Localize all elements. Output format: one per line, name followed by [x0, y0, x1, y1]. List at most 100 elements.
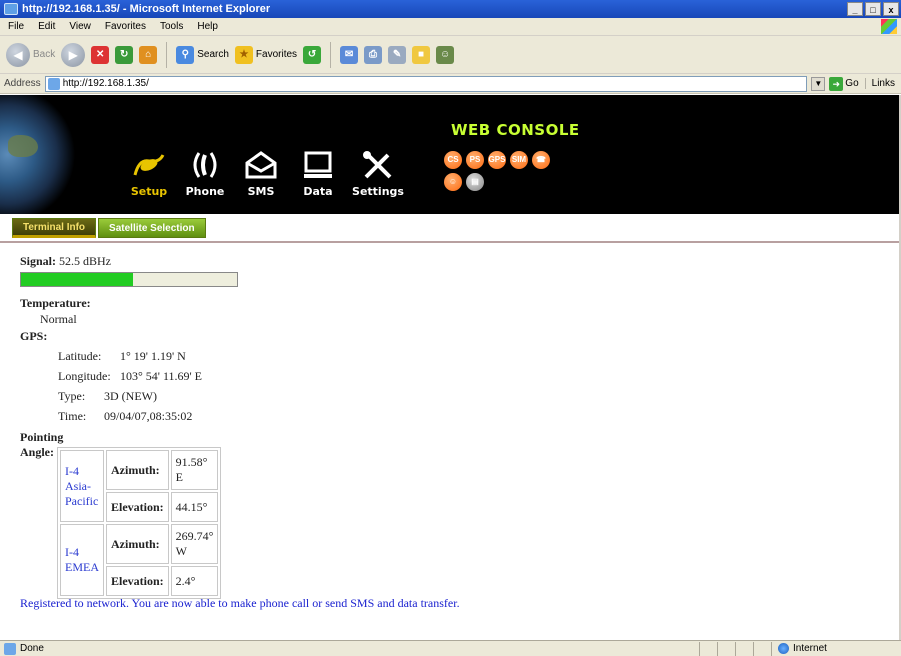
- page-done-icon: [4, 642, 16, 655]
- table-row: I-4 Asia-Pacific Azimuth: 91.58° E: [60, 450, 219, 522]
- toolbar-separator: [330, 41, 332, 68]
- type-value: 3D (NEW): [104, 389, 157, 403]
- status-cell: [699, 641, 717, 656]
- nav-phone-label: Phone: [185, 185, 225, 198]
- longitude-label: Longitude:: [58, 369, 111, 383]
- call-status-icon: ☎: [532, 151, 550, 169]
- address-bar: Address http://192.168.1.35/ ▼ ➜ Go Link…: [0, 74, 901, 94]
- toolbar-separator: [166, 41, 168, 68]
- satellite-icon: [123, 147, 175, 183]
- folder-icon[interactable]: ■: [412, 45, 431, 64]
- azimuth-label: Azimuth:: [106, 450, 169, 490]
- back-arrow-icon: ◀: [6, 42, 30, 67]
- messenger-icon[interactable]: ☺: [436, 45, 455, 64]
- status-cell: [735, 641, 753, 656]
- azimuth-value: 269.74° W: [170, 524, 219, 564]
- internet-globe-icon: [778, 643, 789, 654]
- address-label: Address: [4, 78, 41, 89]
- forward-arrow-icon: ▶: [61, 42, 86, 67]
- gps-type: Type: 3D (NEW): [58, 389, 157, 404]
- satellite-name: I-4 EMEA: [60, 524, 104, 596]
- tab-satellite-selection[interactable]: Satellite Selection: [98, 218, 206, 238]
- refresh-icon[interactable]: ↻: [115, 45, 134, 64]
- nav-settings-label: Settings: [352, 185, 404, 198]
- banner-title: WEB CONSOLE: [451, 121, 580, 139]
- go-label: Go: [845, 78, 859, 89]
- status-cell: [753, 641, 771, 656]
- cs-status-icon: CS: [444, 151, 462, 169]
- maximize-button[interactable]: □: [865, 2, 881, 16]
- menu-view[interactable]: View: [69, 21, 91, 32]
- gps-time: Time: 09/04/07,08:35:02: [58, 409, 192, 424]
- links-button[interactable]: Links: [864, 78, 901, 89]
- mail-icon[interactable]: ✉: [340, 45, 359, 64]
- stop-icon[interactable]: ✕: [91, 45, 110, 64]
- monitor-icon: [292, 147, 344, 183]
- browser-toolbar: ◀ Back ▶ ✕ ↻ ⌂ ⚲ Search ★ Favorites ↺ ✉ …: [0, 36, 901, 74]
- satellite-name: I-4 Asia-Pacific: [60, 450, 104, 522]
- print-icon[interactable]: ⎙: [364, 45, 383, 64]
- envelope-icon: [235, 147, 287, 183]
- search-button[interactable]: ⚲ Search: [176, 45, 229, 64]
- gps-label: GPS:: [20, 329, 48, 343]
- windows-logo-icon: [881, 19, 897, 34]
- nav-settings[interactable]: Settings: [352, 147, 404, 207]
- web-console-banner: WEB CONSOLE Setup Phone SMS Data Setting…: [0, 95, 901, 214]
- signal-bar-fill: [21, 273, 134, 286]
- ie-icon: [4, 3, 18, 15]
- address-dropdown-icon[interactable]: ▼: [811, 76, 826, 91]
- security-zone: Internet: [771, 641, 901, 656]
- gps-status-icon: GPS: [488, 151, 506, 169]
- star-icon: ★: [234, 45, 253, 64]
- pointing-angle-table: I-4 Asia-Pacific Azimuth: 91.58° E Eleva…: [57, 447, 222, 599]
- tools-icon: [352, 147, 404, 183]
- temperature-value: Normal: [40, 312, 77, 326]
- favorites-button[interactable]: ★ Favorites: [234, 45, 298, 64]
- menu-favorites[interactable]: Favorites: [105, 21, 146, 32]
- status-text: Done: [20, 643, 44, 654]
- window-title: http://192.168.1.35/ - Microsoft Interne…: [22, 3, 271, 15]
- divider: [0, 241, 901, 243]
- nav-setup[interactable]: Setup: [123, 147, 175, 207]
- azimuth-label: Azimuth:: [106, 524, 169, 564]
- window-titlebar: http://192.168.1.35/ - Microsoft Interne…: [0, 0, 901, 18]
- menu-edit[interactable]: Edit: [38, 21, 55, 32]
- zone-label: Internet: [793, 643, 827, 654]
- status-bar: Done Internet: [0, 640, 901, 656]
- gps-latitude: Latitude: 1° 19' 1.19' N: [58, 349, 186, 364]
- back-label: Back: [33, 49, 56, 60]
- forward-button[interactable]: ▶: [61, 42, 86, 67]
- signal-bar: [20, 272, 238, 287]
- nav-sms-label: SMS: [247, 185, 275, 198]
- go-button[interactable]: ➜ Go: [829, 76, 859, 91]
- close-button[interactable]: x: [883, 2, 899, 16]
- back-button[interactable]: ◀ Back: [6, 42, 56, 67]
- nav-sms[interactable]: SMS: [235, 147, 287, 207]
- home-icon[interactable]: ⌂: [139, 45, 158, 64]
- time-label: Time:: [58, 409, 87, 423]
- longitude-value: 103° 54' 11.69' E: [120, 369, 203, 383]
- latitude-label: Latitude:: [58, 349, 102, 363]
- nav-data-label: Data: [303, 185, 333, 198]
- nav-setup-label: Setup: [130, 185, 168, 198]
- tab-terminal-info[interactable]: Terminal Info: [12, 218, 97, 238]
- minimize-button[interactable]: _: [847, 2, 863, 16]
- nav-phone[interactable]: Phone: [179, 147, 231, 207]
- menu-help[interactable]: Help: [197, 21, 218, 32]
- temperature-label: Temperature:: [20, 296, 91, 310]
- address-url: http://192.168.1.35/: [62, 78, 149, 89]
- history-icon[interactable]: ↺: [303, 45, 322, 64]
- menu-file[interactable]: File: [8, 21, 24, 32]
- signal-label: Signal:: [20, 254, 57, 268]
- search-icon: ⚲: [176, 45, 195, 64]
- menu-tools[interactable]: Tools: [160, 21, 183, 32]
- nav-data[interactable]: Data: [292, 147, 344, 207]
- tab-bar: Terminal Info Satellite Selection: [12, 218, 206, 238]
- storage-status-icon: ▤: [466, 173, 484, 191]
- elevation-label: Elevation:: [106, 492, 169, 522]
- favorites-label: Favorites: [255, 49, 298, 60]
- phone-icon: [179, 147, 231, 183]
- address-input[interactable]: http://192.168.1.35/: [44, 75, 808, 92]
- edit-icon[interactable]: ✎: [388, 45, 407, 64]
- time-value: 09/04/07,08:35:02: [104, 409, 193, 423]
